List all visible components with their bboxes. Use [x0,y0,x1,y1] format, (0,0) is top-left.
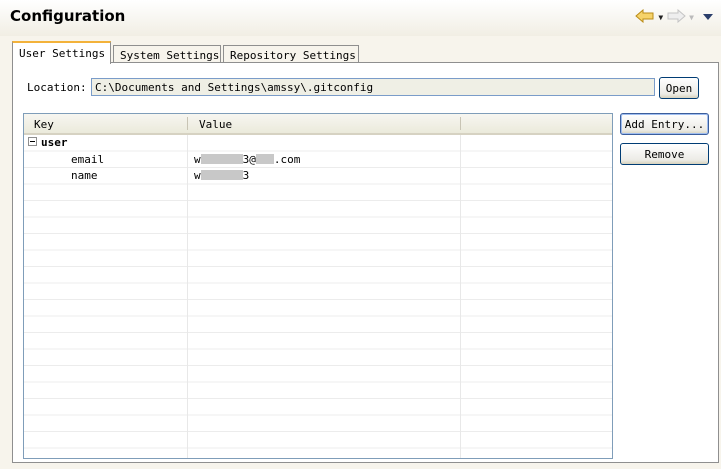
add-entry-button[interactable]: Add Entry... [620,113,709,135]
entry-value: w 3@ .com [194,153,300,166]
tab-label: System Settings [120,49,220,62]
value-prefix: w [194,169,201,182]
navigation-toolbar: ▼ ▼ [635,8,713,26]
forward-dropdown-icon[interactable]: ▼ [689,13,694,22]
location-field[interactable]: C:\Documents and Settings\amssy\.gitconf… [91,78,655,96]
collapse-icon[interactable] [28,137,37,146]
column-header-value[interactable]: Value [199,118,232,131]
tab-label: User Settings [19,47,106,60]
tab-repository-settings[interactable]: Repository Settings [223,45,359,63]
table-row[interactable]: email w 3@ .com [24,152,612,168]
value-middle: 3@ [242,152,256,166]
view-header: Configuration ▼ ▼ [0,0,721,36]
section-label: user [41,136,68,149]
redaction-mask [200,170,243,180]
table-body: user email w 3@ .com name w3 [24,135,612,458]
value-prefix: w [194,152,201,166]
tab-label: Repository Settings [230,49,356,62]
back-dropdown-icon[interactable]: ▼ [658,13,663,22]
value-suffix: 3 [242,169,250,182]
column-divider[interactable] [187,117,188,130]
column-header-key[interactable]: Key [34,118,54,131]
config-table[interactable]: Key Value user email w 3@ .com name w3 [23,113,613,459]
back-arrow-icon[interactable] [635,8,655,26]
entry-key: email [71,152,105,166]
settings-panel: Location: C:\Documents and Settings\amss… [12,62,719,463]
table-row[interactable]: name w3 [24,168,612,184]
view-menu-icon[interactable] [697,11,713,24]
entry-key: name [71,169,98,182]
table-row-section-user[interactable]: user [24,135,612,151]
entry-value: w3 [194,169,249,182]
remove-button[interactable]: Remove [620,143,709,165]
open-button[interactable]: Open [659,77,699,99]
tab-system-settings[interactable]: System Settings [113,45,221,63]
value-suffix: .com [273,152,301,166]
page-title: Configuration [10,7,126,25]
redaction-mask [255,153,274,164]
location-label: Location: [27,81,87,94]
column-divider[interactable] [460,117,461,130]
tab-user-settings[interactable]: User Settings [12,41,111,64]
redaction-mask [200,153,243,164]
forward-arrow-icon[interactable] [666,8,686,26]
table-header: Key Value [24,114,612,135]
